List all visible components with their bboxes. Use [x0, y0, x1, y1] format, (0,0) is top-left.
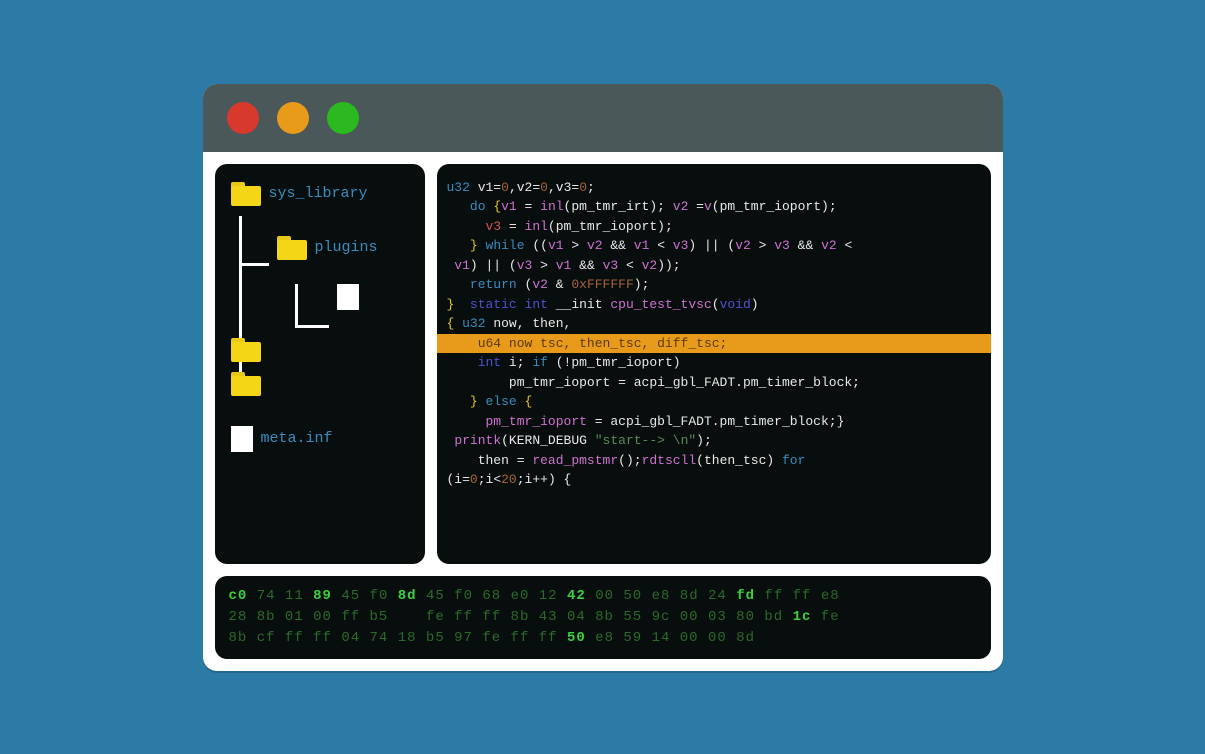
folder-icon — [231, 372, 261, 396]
close-icon[interactable] — [227, 102, 259, 134]
tree-item-file[interactable] — [337, 284, 413, 310]
hex-row: 28 8b 01 00 ff b5 fe ff ff 8b 43 04 8b 5… — [229, 607, 977, 628]
file-icon — [337, 284, 359, 310]
folder-icon — [231, 338, 261, 362]
tree-label: plugins — [315, 239, 378, 256]
folder-icon — [277, 236, 307, 260]
titlebar — [203, 84, 1003, 152]
tree-item-folder[interactable] — [231, 372, 413, 396]
code-editor[interactable]: u32 v1=0,v2=0,v3=0; do {v1 = inl(pm_tmr_… — [437, 164, 991, 564]
tree-item-sys-library[interactable]: sys_library — [231, 182, 413, 206]
tree-label: sys_library — [269, 185, 368, 202]
tree-item-meta-inf[interactable]: meta.inf — [231, 426, 413, 452]
tree-item-plugins[interactable]: plugins — [277, 236, 413, 260]
file-icon — [231, 426, 253, 452]
code-editor-window: sys_library plugins — [203, 84, 1003, 671]
hex-row: c0 74 11 89 45 f0 8d 45 f0 68 e0 12 42 0… — [229, 586, 977, 607]
folder-icon — [231, 182, 261, 206]
hex-panel: c0 74 11 89 45 f0 8d 45 f0 68 e0 12 42 0… — [215, 576, 991, 659]
hex-row: 8b cf ff ff 04 74 18 b5 97 fe ff ff 50 e… — [229, 628, 977, 649]
tree-label: meta.inf — [261, 430, 333, 447]
file-tree-sidebar: sys_library plugins — [215, 164, 425, 564]
content-area: sys_library plugins — [203, 152, 1003, 576]
highlighted-line: u64 now tsc, then_tsc, diff_tsc; — [437, 334, 991, 354]
tree-item-folder[interactable] — [231, 338, 413, 362]
minimize-icon[interactable] — [277, 102, 309, 134]
maximize-icon[interactable] — [327, 102, 359, 134]
